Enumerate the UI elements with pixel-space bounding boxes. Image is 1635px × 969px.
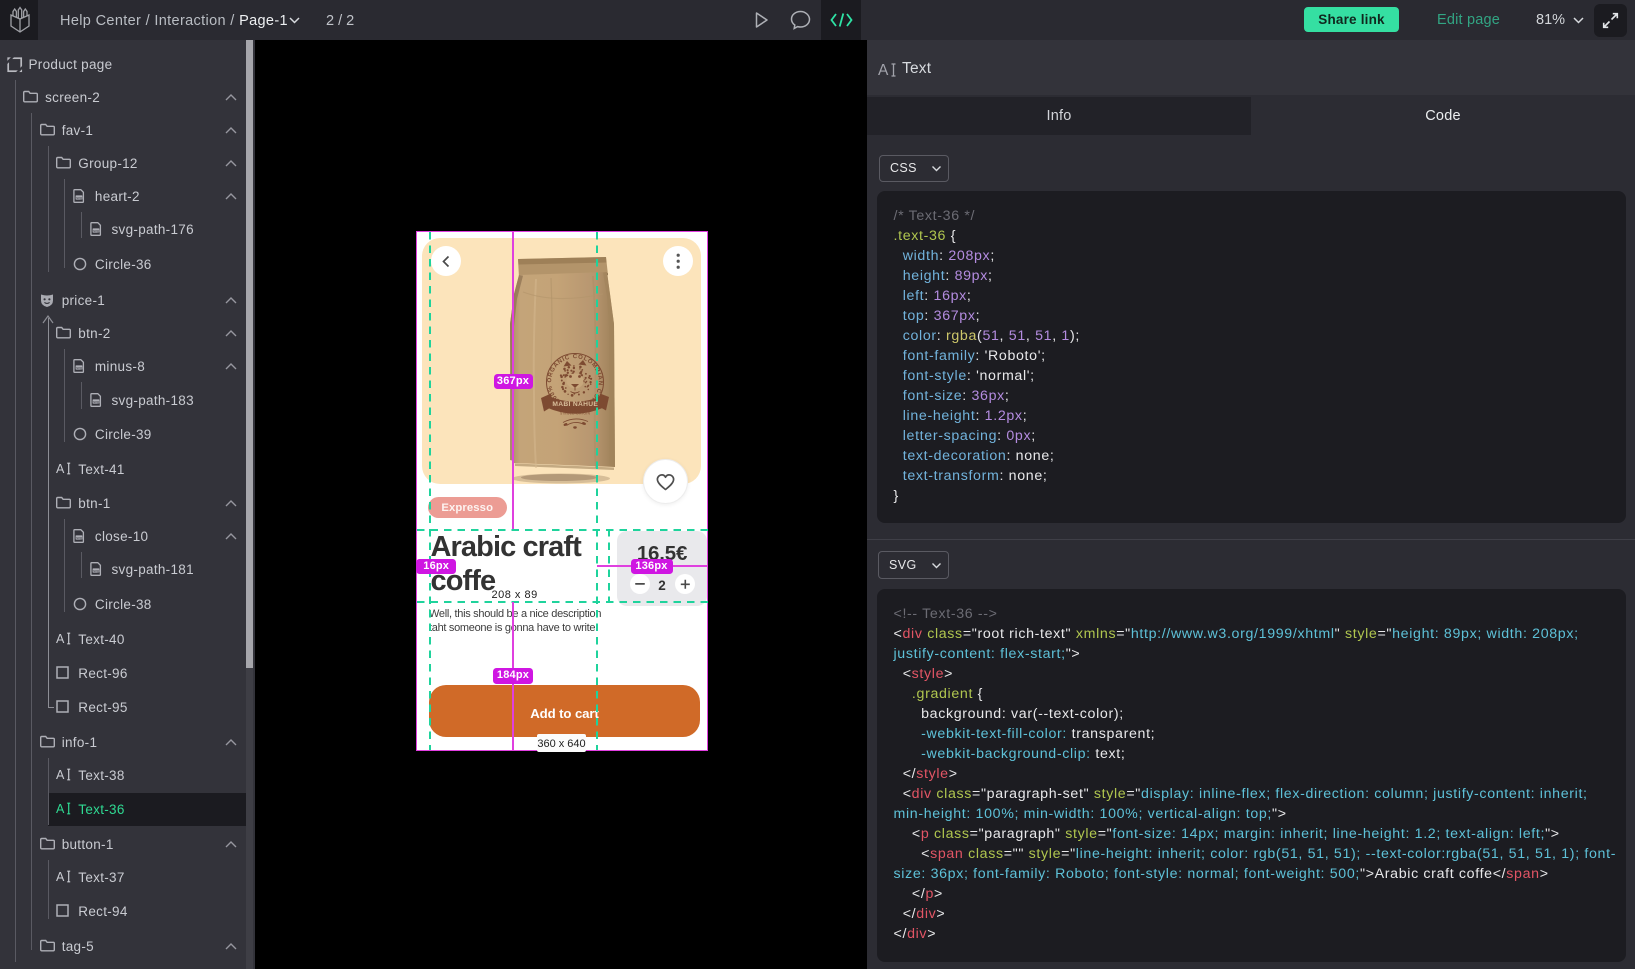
svg-text:A: A	[56, 462, 65, 475]
svg-text:svg: svg	[93, 569, 99, 573]
svg-text:svg: svg	[93, 229, 99, 233]
svg-text:A: A	[56, 802, 65, 815]
svg-text:svg: svg	[93, 400, 99, 404]
svg-text:A: A	[56, 632, 65, 645]
svg-text:svg: svg	[76, 366, 82, 370]
svg-text:A: A	[56, 768, 65, 781]
svg-text:svg: svg	[76, 196, 82, 200]
svg-text:svg: svg	[76, 536, 82, 540]
svg-text:A: A	[56, 870, 65, 883]
svg-text:A: A	[878, 62, 889, 78]
